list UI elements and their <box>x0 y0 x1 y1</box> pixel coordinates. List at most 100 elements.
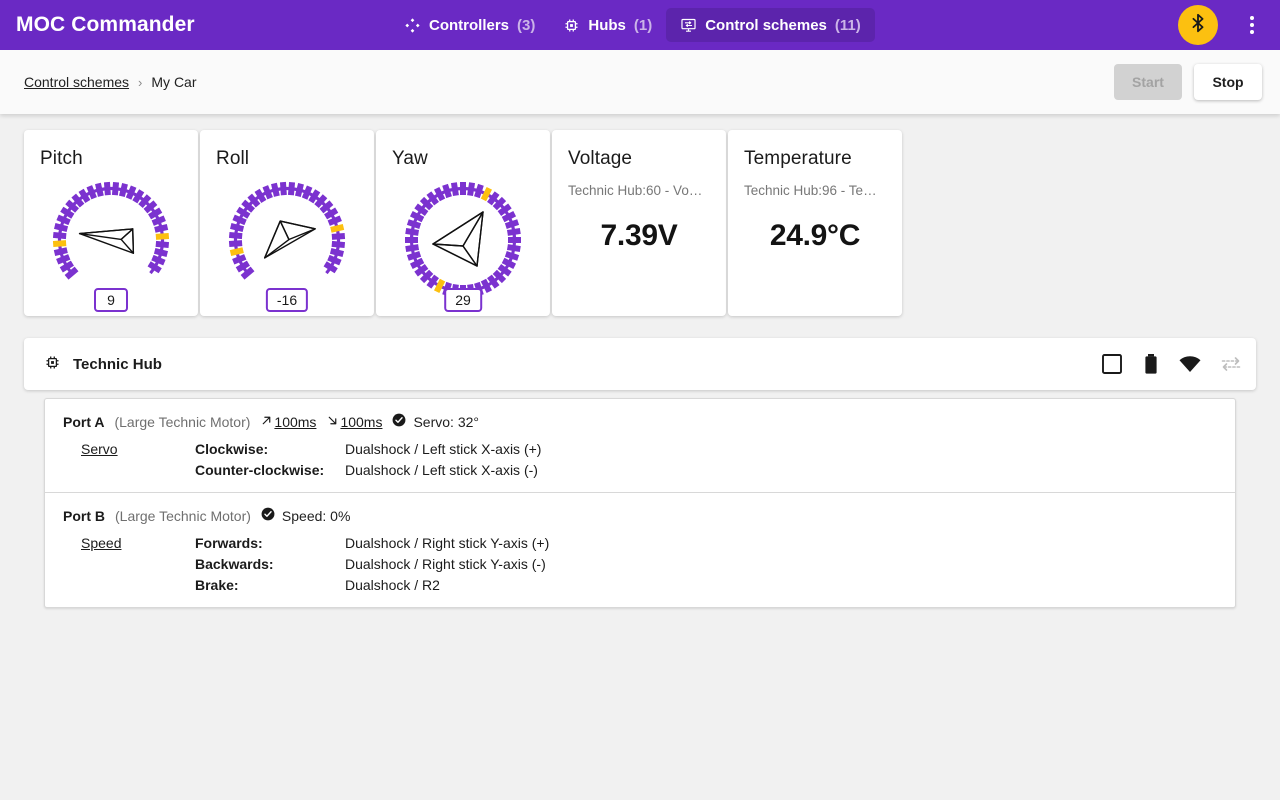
stop-square-icon[interactable] <box>1100 352 1124 376</box>
nav-label-control-schemes: Control schemes <box>705 16 827 34</box>
page-content: Pitch 9 Roll -16 Yaw 29 Voltage Technic … <box>0 114 1280 800</box>
card-title-voltage: Voltage <box>568 148 633 169</box>
primary-nav: Controllers (3) Hubs (1) Control schemes… <box>390 0 875 50</box>
nav-label-hubs: Hubs <box>588 16 626 34</box>
nav-label-controllers: Controllers <box>429 16 510 34</box>
port-mode-link[interactable]: Servo <box>63 441 195 478</box>
card-value-temperature: 24.9°C <box>769 219 861 252</box>
breadcrumb: Control schemes › My Car <box>24 74 197 90</box>
card-voltage: Voltage Technic Hub:60 - Vo… 7.39V <box>552 130 726 316</box>
breadcrumb-root-link[interactable]: Control schemes <box>24 74 129 90</box>
hub-title: Technic Hub <box>44 354 162 375</box>
card-roll: Roll -16 <box>200 130 374 316</box>
gauge-pitch: 9 <box>49 178 173 312</box>
bluetooth-button[interactable] <box>1178 5 1218 45</box>
check-circle-icon <box>392 413 406 430</box>
gauge-roll-dial <box>228 181 346 280</box>
gauge-yaw-dial <box>405 182 521 298</box>
port-name: Port B <box>63 507 105 524</box>
port-body: Speed Forwards: Dualshock / Right stick … <box>63 535 1235 593</box>
card-subtitle-temperature: Technic Hub:96 - Te… <box>744 183 877 198</box>
hub-name: Technic Hub <box>73 355 162 373</box>
breadcrumb-separator-icon: › <box>138 74 143 90</box>
sync-icon[interactable] <box>1220 355 1242 373</box>
card-title-roll: Roll <box>216 148 250 169</box>
breadcrumb-current: My Car <box>151 74 197 90</box>
ramp-down-control[interactable]: 100ms <box>326 414 382 430</box>
port-mode-link[interactable]: Speed <box>63 535 195 593</box>
overflow-menu-button[interactable] <box>1238 11 1266 39</box>
arrow-down-right-icon <box>326 414 339 430</box>
nav-count-control-schemes: (11) <box>834 16 861 34</box>
control-scheme-icon <box>680 17 697 34</box>
start-button[interactable]: Start <box>1114 64 1182 100</box>
card-value-voltage: 7.39V <box>600 219 678 252</box>
card-title-yaw: Yaw <box>392 148 428 169</box>
binding-label: Brake: <box>195 577 239 593</box>
ramp-down-value: 100ms <box>340 413 383 430</box>
port-state: Speed: 0% <box>261 507 351 524</box>
breadcrumb-toolbar: Control schemes › My Car Start Stop <box>0 50 1280 114</box>
hub-panel-header[interactable]: Technic Hub <box>24 338 1256 390</box>
ports-container: Port A (Large Technic Motor) 100ms 100ms… <box>44 398 1236 608</box>
card-title-temperature: Temperature <box>744 148 852 169</box>
battery-icon[interactable] <box>1142 353 1160 375</box>
port-state-text: Speed: 0% <box>281 507 351 524</box>
port-bindings: Clockwise: Dualshock / Left stick X-axis… <box>195 441 541 478</box>
card-yaw: Yaw 29 <box>376 130 550 316</box>
chip-icon <box>44 354 61 375</box>
toolbar-actions: Start Stop <box>1114 64 1262 100</box>
gauge-pitch-dial <box>52 181 170 280</box>
port-header: Port B (Large Technic Motor) Speed: 0% <box>63 507 1235 524</box>
binding-value: Dualshock / Right stick Y-axis (-) <box>345 556 546 572</box>
nav-item-control-schemes[interactable]: Control schemes (11) <box>666 8 875 42</box>
nav-count-hubs: (1) <box>633 16 653 34</box>
gauge-yaw: 29 <box>401 178 525 312</box>
port-bindings: Forwards: Dualshock / Right stick Y-axis… <box>195 535 549 593</box>
binding-value: Dualshock / R2 <box>345 577 440 593</box>
gamepad-icon <box>404 17 421 34</box>
binding-label: Backwards: <box>195 556 274 572</box>
nav-count-controllers: (3) <box>517 16 536 34</box>
menu-dot <box>1250 30 1254 34</box>
bluetooth-icon <box>1187 12 1209 39</box>
port-state: Servo: 32° <box>392 413 479 430</box>
port-row: Port B (Large Technic Motor) Speed: 0% S… <box>45 492 1235 607</box>
card-temperature: Temperature Technic Hub:96 - Te… 24.9°C <box>728 130 902 316</box>
port-name: Port A <box>63 413 105 430</box>
telemetry-cards-row: Pitch 9 Roll -16 Yaw 29 Voltage Technic … <box>0 114 1280 316</box>
stop-button[interactable]: Stop <box>1194 64 1262 100</box>
chip-icon <box>563 17 580 34</box>
menu-dot <box>1250 16 1254 20</box>
card-pitch: Pitch 9 <box>24 130 198 316</box>
card-subtitle-voltage: Technic Hub:60 - Vo… <box>568 183 703 198</box>
nav-item-controllers[interactable]: Controllers (3) <box>390 8 549 42</box>
binding-label: Clockwise: <box>195 441 269 457</box>
binding-value: Dualshock / Left stick X-axis (-) <box>345 462 538 478</box>
hub-actions <box>1100 352 1242 376</box>
gauge-roll-value: -16 <box>265 288 309 312</box>
port-header: Port A (Large Technic Motor) 100ms 100ms… <box>63 413 1235 430</box>
port-state-text: Servo: 32° <box>413 413 479 430</box>
port-body: Servo Clockwise: Dualshock / Left stick … <box>63 441 1235 478</box>
app-title: MOC Commander <box>16 13 195 36</box>
gauge-yaw-value: 29 <box>444 288 482 312</box>
port-device: (Large Technic Motor) <box>115 507 251 524</box>
gauge-pitch-value: 9 <box>94 288 128 312</box>
arrow-up-right-icon <box>260 414 273 430</box>
card-title-pitch: Pitch <box>40 148 83 169</box>
binding-label: Forwards: <box>195 535 263 551</box>
nav-item-hubs[interactable]: Hubs (1) <box>549 8 666 42</box>
signal-icon[interactable] <box>1178 354 1202 374</box>
app-bar: MOC Commander Controllers (3) Hubs (1) C… <box>0 0 1280 50</box>
menu-dot <box>1250 23 1254 27</box>
binding-value: Dualshock / Right stick Y-axis (+) <box>345 535 550 551</box>
port-device: (Large Technic Motor) <box>114 413 251 430</box>
port-row: Port A (Large Technic Motor) 100ms 100ms… <box>45 399 1235 492</box>
check-circle-icon <box>261 507 275 524</box>
ramp-up-value: 100ms <box>274 413 317 430</box>
binding-value: Dualshock / Left stick X-axis (+) <box>345 441 542 457</box>
ramp-up-control[interactable]: 100ms <box>260 414 316 430</box>
gauge-roll: -16 <box>225 178 349 312</box>
binding-label: Counter-clockwise: <box>195 462 325 478</box>
